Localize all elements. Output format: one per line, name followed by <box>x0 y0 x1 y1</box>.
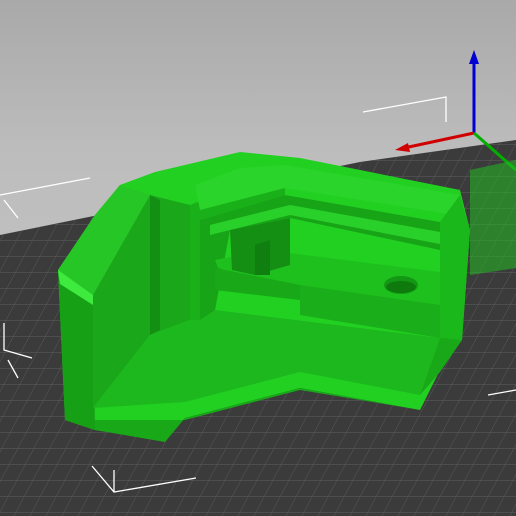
3d-viewport[interactable] <box>0 0 516 516</box>
x-axis-arrow-icon <box>395 143 410 152</box>
z-axis-arrow-icon <box>469 50 479 64</box>
corner-bracket-model[interactable] <box>58 152 470 442</box>
translucent-plane <box>470 160 516 275</box>
scene[interactable] <box>0 0 516 516</box>
